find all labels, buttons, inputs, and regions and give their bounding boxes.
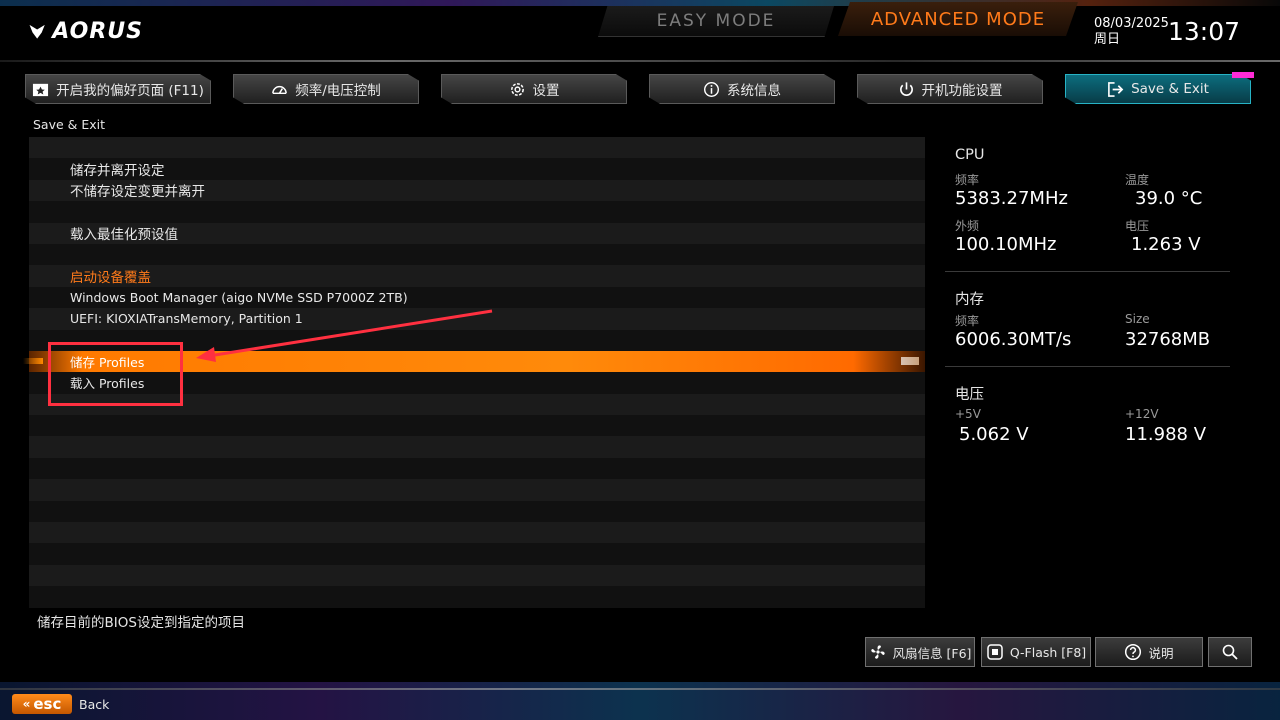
annotation-arrow-icon [196,309,493,362]
